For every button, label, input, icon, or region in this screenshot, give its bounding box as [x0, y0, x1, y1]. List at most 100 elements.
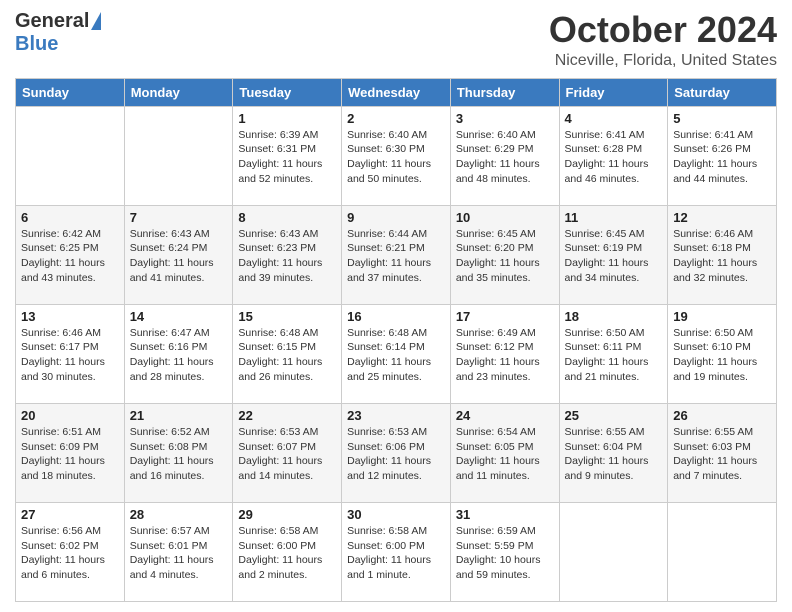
- calendar-cell: 9 Sunrise: 6:44 AMSunset: 6:21 PMDaylight…: [342, 205, 451, 304]
- calendar-cell: 22 Sunrise: 6:53 AMSunset: 6:07 PMDayligh…: [233, 403, 342, 502]
- calendar-cell: 27 Sunrise: 6:56 AMSunset: 6:02 PMDayligh…: [16, 502, 125, 601]
- calendar-cell: 16 Sunrise: 6:48 AMSunset: 6:14 PMDayligh…: [342, 304, 451, 403]
- calendar-cell: 28 Sunrise: 6:57 AMSunset: 6:01 PMDayligh…: [124, 502, 233, 601]
- day-number: 15: [238, 309, 336, 324]
- day-number: 11: [565, 210, 663, 225]
- calendar-cell: [668, 502, 777, 601]
- day-info: Sunrise: 6:40 AMSunset: 6:30 PMDaylight:…: [347, 128, 445, 187]
- logo-text: General: [15, 10, 101, 33]
- day-info: Sunrise: 6:53 AMSunset: 6:07 PMDaylight:…: [238, 425, 336, 484]
- day-info: Sunrise: 6:41 AMSunset: 6:26 PMDaylight:…: [673, 128, 771, 187]
- calendar-week-1: 6Sunrise: 6:42 AMSunset: 6:25 PMDaylight…: [16, 205, 777, 304]
- day-info: Sunrise: 6:59 AMSunset: 5:59 PMDaylight:…: [456, 524, 554, 583]
- calendar-cell: 18Sunrise: 6:50 AMSunset: 6:11 PMDayligh…: [559, 304, 668, 403]
- day-number: 30: [347, 507, 445, 522]
- day-info: Sunrise: 6:50 AMSunset: 6:11 PMDaylight:…: [565, 326, 663, 385]
- day-info: Sunrise: 6:58 AMSunset: 6:00 PMDaylight:…: [347, 524, 445, 583]
- logo-blue-text: Blue: [15, 33, 58, 56]
- logo-triangle-icon: [91, 12, 101, 30]
- day-number: 26: [673, 408, 771, 423]
- day-info: Sunrise: 6:44 AMSunset: 6:21 PMDaylight:…: [347, 227, 445, 286]
- calendar-cell: 4Sunrise: 6:41 AMSunset: 6:28 PMDaylight…: [559, 106, 668, 205]
- day-number: 31: [456, 507, 554, 522]
- day-info: Sunrise: 6:55 AMSunset: 6:03 PMDaylight:…: [673, 425, 771, 484]
- day-number: 9: [347, 210, 445, 225]
- day-number: 7: [130, 210, 228, 225]
- day-info: Sunrise: 6:49 AMSunset: 6:12 PMDaylight:…: [456, 326, 554, 385]
- day-info: Sunrise: 6:57 AMSunset: 6:01 PMDaylight:…: [130, 524, 228, 583]
- calendar-header-monday: Monday: [124, 78, 233, 106]
- day-info: Sunrise: 6:50 AMSunset: 6:10 PMDaylight:…: [673, 326, 771, 385]
- calendar-cell: 5 Sunrise: 6:41 AMSunset: 6:26 PMDaylight…: [668, 106, 777, 205]
- calendar-cell: 11 Sunrise: 6:45 AMSunset: 6:19 PMDayligh…: [559, 205, 668, 304]
- calendar-cell: 23Sunrise: 6:53 AMSunset: 6:06 PMDayligh…: [342, 403, 451, 502]
- calendar-cell: 13 Sunrise: 6:46 AMSunset: 6:17 PMDayligh…: [16, 304, 125, 403]
- day-number: 16: [347, 309, 445, 324]
- day-number: 5: [673, 111, 771, 126]
- calendar-cell: 7 Sunrise: 6:43 AMSunset: 6:24 PMDaylight…: [124, 205, 233, 304]
- day-number: 27: [21, 507, 119, 522]
- calendar-week-3: 20Sunrise: 6:51 AMSunset: 6:09 PMDayligh…: [16, 403, 777, 502]
- calendar-header-wednesday: Wednesday: [342, 78, 451, 106]
- calendar: SundayMondayTuesdayWednesdayThursdayFrid…: [15, 78, 777, 602]
- day-number: 13: [21, 309, 119, 324]
- calendar-cell: [16, 106, 125, 205]
- header: General Blue October 2024 Niceville, Flo…: [15, 10, 777, 70]
- logo-general-text: General: [15, 10, 89, 33]
- day-info: Sunrise: 6:54 AMSunset: 6:05 PMDaylight:…: [456, 425, 554, 484]
- day-number: 23: [347, 408, 445, 423]
- day-info: Sunrise: 6:51 AMSunset: 6:09 PMDaylight:…: [21, 425, 119, 484]
- calendar-week-2: 13 Sunrise: 6:46 AMSunset: 6:17 PMDayligh…: [16, 304, 777, 403]
- calendar-cell: 17Sunrise: 6:49 AMSunset: 6:12 PMDayligh…: [450, 304, 559, 403]
- calendar-cell: 8 Sunrise: 6:43 AMSunset: 6:23 PMDaylight…: [233, 205, 342, 304]
- day-info: Sunrise: 6:43 AMSunset: 6:24 PMDaylight:…: [130, 227, 228, 286]
- day-number: 22: [238, 408, 336, 423]
- day-info: Sunrise: 6:39 AMSunset: 6:31 PMDaylight:…: [238, 128, 336, 187]
- logo: General Blue: [15, 10, 101, 56]
- day-info: Sunrise: 6:58 AMSunset: 6:00 PMDaylight:…: [238, 524, 336, 583]
- calendar-week-0: 1 Sunrise: 6:39 AMSunset: 6:31 PMDaylight…: [16, 106, 777, 205]
- day-number: 1: [238, 111, 336, 126]
- calendar-cell: 10Sunrise: 6:45 AMSunset: 6:20 PMDayligh…: [450, 205, 559, 304]
- day-info: Sunrise: 6:43 AMSunset: 6:23 PMDaylight:…: [238, 227, 336, 286]
- title-area: October 2024 Niceville, Florida, United …: [549, 10, 777, 70]
- page: General Blue October 2024 Niceville, Flo…: [0, 0, 792, 612]
- day-info: Sunrise: 6:42 AMSunset: 6:25 PMDaylight:…: [21, 227, 119, 286]
- calendar-cell: 25Sunrise: 6:55 AMSunset: 6:04 PMDayligh…: [559, 403, 668, 502]
- calendar-cell: 30 Sunrise: 6:58 AMSunset: 6:00 PMDayligh…: [342, 502, 451, 601]
- day-number: 29: [238, 507, 336, 522]
- calendar-cell: 26 Sunrise: 6:55 AMSunset: 6:03 PMDayligh…: [668, 403, 777, 502]
- day-number: 2: [347, 111, 445, 126]
- day-number: 4: [565, 111, 663, 126]
- calendar-cell: 15 Sunrise: 6:48 AMSunset: 6:15 PMDayligh…: [233, 304, 342, 403]
- day-info: Sunrise: 6:45 AMSunset: 6:20 PMDaylight:…: [456, 227, 554, 286]
- day-number: 14: [130, 309, 228, 324]
- day-info: Sunrise: 6:45 AMSunset: 6:19 PMDaylight:…: [565, 227, 663, 286]
- calendar-cell: [559, 502, 668, 601]
- calendar-cell: 3Sunrise: 6:40 AMSunset: 6:29 PMDaylight…: [450, 106, 559, 205]
- day-info: Sunrise: 6:56 AMSunset: 6:02 PMDaylight:…: [21, 524, 119, 583]
- calendar-header-thursday: Thursday: [450, 78, 559, 106]
- day-number: 28: [130, 507, 228, 522]
- day-number: 19: [673, 309, 771, 324]
- calendar-cell: 29 Sunrise: 6:58 AMSunset: 6:00 PMDayligh…: [233, 502, 342, 601]
- day-info: Sunrise: 6:48 AMSunset: 6:15 PMDaylight:…: [238, 326, 336, 385]
- calendar-cell: 1 Sunrise: 6:39 AMSunset: 6:31 PMDaylight…: [233, 106, 342, 205]
- day-info: Sunrise: 6:55 AMSunset: 6:04 PMDaylight:…: [565, 425, 663, 484]
- subtitle: Niceville, Florida, United States: [549, 52, 777, 70]
- calendar-header-sunday: Sunday: [16, 78, 125, 106]
- day-number: 24: [456, 408, 554, 423]
- day-number: 8: [238, 210, 336, 225]
- calendar-cell: 21Sunrise: 6:52 AMSunset: 6:08 PMDayligh…: [124, 403, 233, 502]
- calendar-header-saturday: Saturday: [668, 78, 777, 106]
- day-info: Sunrise: 6:46 AMSunset: 6:17 PMDaylight:…: [21, 326, 119, 385]
- calendar-cell: 6Sunrise: 6:42 AMSunset: 6:25 PMDaylight…: [16, 205, 125, 304]
- calendar-week-4: 27 Sunrise: 6:56 AMSunset: 6:02 PMDayligh…: [16, 502, 777, 601]
- day-info: Sunrise: 6:48 AMSunset: 6:14 PMDaylight:…: [347, 326, 445, 385]
- calendar-header-row: SundayMondayTuesdayWednesdayThursdayFrid…: [16, 78, 777, 106]
- calendar-cell: 31 Sunrise: 6:59 AMSunset: 5:59 PMDayligh…: [450, 502, 559, 601]
- calendar-cell: [124, 106, 233, 205]
- calendar-cell: 2 Sunrise: 6:40 AMSunset: 6:30 PMDaylight…: [342, 106, 451, 205]
- calendar-header-friday: Friday: [559, 78, 668, 106]
- calendar-cell: 24 Sunrise: 6:54 AMSunset: 6:05 PMDayligh…: [450, 403, 559, 502]
